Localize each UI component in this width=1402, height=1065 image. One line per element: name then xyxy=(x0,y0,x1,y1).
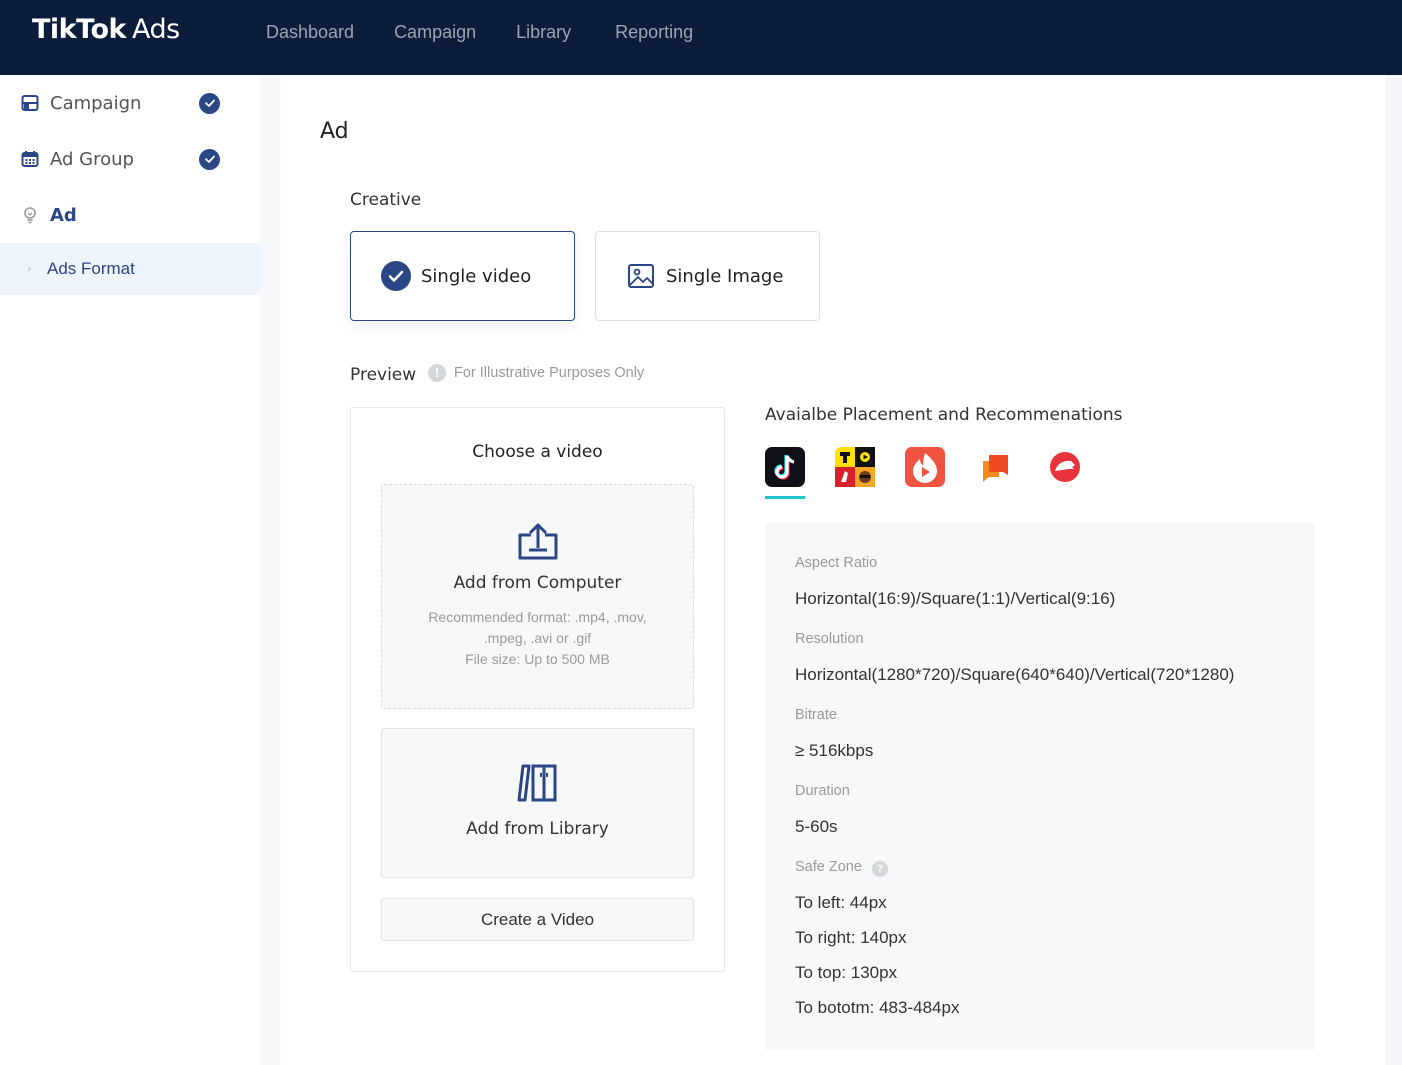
library-icon xyxy=(517,764,557,802)
video-chooser-panel: Choose a video Add from Computer Recomme… xyxy=(350,407,725,972)
sidebar-subitem-label: Ads Format xyxy=(47,259,135,278)
single-video-option[interactable]: Single video xyxy=(350,231,575,321)
caret-right-icon xyxy=(28,266,32,272)
sidebar-item-label: Campaign xyxy=(50,92,142,114)
upload-hint-formats: Recommended format: .mp4, .mov, xyxy=(428,609,647,625)
sidebar-item-label: Ad xyxy=(50,204,77,226)
main-nav: Dashboard Campaign Library Reporting xyxy=(266,20,733,44)
top-navigation-bar: TikTok Ads Dashboard Campaign Library Rep… xyxy=(0,0,1402,75)
sidebar-subitem-ads-format[interactable]: Ads Format xyxy=(0,243,260,295)
info-icon: ! xyxy=(428,364,446,382)
upload-hint-formats-cont: .mpeg, .avi or .gif xyxy=(483,630,592,646)
safe-zone-label: Safe Zone xyxy=(795,859,862,875)
upload-hint-size: File size: Up to 500 MB xyxy=(465,651,610,667)
completed-check-icon xyxy=(199,92,220,114)
create-video-button[interactable]: Create a Video xyxy=(381,898,694,941)
option-label: Single Image xyxy=(666,265,784,287)
vigo-video-app-icon[interactable] xyxy=(905,447,945,487)
layout-icon xyxy=(21,95,39,111)
logo-sub-text: Ads xyxy=(131,14,180,45)
safe-zone-top: To top: 130px xyxy=(795,963,898,982)
preview-note: For Illustrative Purposes Only xyxy=(454,365,645,381)
chat-app-icon[interactable] xyxy=(975,447,1015,487)
nav-library[interactable]: Library xyxy=(516,20,571,44)
logo-main-text: TikTok xyxy=(32,14,126,45)
tiktok-app-icon[interactable] xyxy=(765,447,805,487)
resolution-value: Horizontal(1280*720)/Square(640*640)/Ver… xyxy=(795,665,1235,684)
add-from-library-label: Add from Library xyxy=(466,819,609,839)
image-icon xyxy=(628,264,654,288)
selected-placement-indicator xyxy=(765,496,805,499)
creative-label: Creative xyxy=(350,190,422,210)
choose-video-title: Choose a video xyxy=(472,442,603,462)
upload-hint: Recommended format: .mp4, .mov, .mpeg, .… xyxy=(382,607,693,670)
option-label: Single video xyxy=(421,265,532,287)
topbuzz-app-icon[interactable] xyxy=(835,447,875,487)
page-title: Ad xyxy=(320,119,349,144)
add-from-computer-dropzone[interactable]: Add from Computer Recommended format: .m… xyxy=(381,484,694,709)
nav-reporting[interactable]: Reporting xyxy=(615,20,693,44)
nav-dashboard[interactable]: Dashboard xyxy=(266,20,354,44)
single-image-option[interactable]: Single Image xyxy=(595,231,820,321)
preview-label: Preview xyxy=(350,365,417,385)
tiktok-ads-logo[interactable]: TikTok Ads xyxy=(32,14,180,45)
sidebar-item-campaign[interactable]: Campaign xyxy=(0,75,260,131)
placement-title: Avaialbe Placement and Recommenations xyxy=(765,405,1123,425)
add-from-computer-label: Add from Computer xyxy=(453,573,622,593)
page-gutter xyxy=(1385,75,1402,1065)
sidebar-item-ad[interactable]: Ad xyxy=(0,187,260,243)
nav-campaign[interactable]: Campaign xyxy=(394,20,476,44)
resolution-label: Resolution xyxy=(795,631,864,647)
main-content: Ad Creative Single video Single Image Pr… xyxy=(280,75,1385,1065)
aspect-ratio-label: Aspect Ratio xyxy=(795,555,878,571)
safe-zone-left: To left: 44px xyxy=(795,893,887,912)
placement-specs-panel: Aspect Ratio Horizontal(16:9)/Square(1:1… xyxy=(765,523,1315,1050)
sidebar: Campaign Ad Group Ad Ads Format xyxy=(0,75,260,1065)
pangle-app-icon[interactable] xyxy=(1045,447,1085,487)
upload-icon xyxy=(518,523,558,560)
bitrate-label: Bitrate xyxy=(795,707,837,723)
calendar-icon xyxy=(21,151,39,167)
safe-zone-bottom: To bototm: 483-484px xyxy=(795,998,960,1017)
completed-check-icon xyxy=(199,148,220,170)
duration-label: Duration xyxy=(795,783,850,799)
sidebar-item-ad-group[interactable]: Ad Group xyxy=(0,131,260,187)
check-circle-icon xyxy=(381,261,411,291)
help-icon[interactable]: ? xyxy=(872,861,888,877)
bitrate-value: ≥ 516kbps xyxy=(795,741,874,760)
lightbulb-icon xyxy=(24,207,36,224)
sidebar-item-label: Ad Group xyxy=(50,148,134,170)
aspect-ratio-value: Horizontal(16:9)/Square(1:1)/Vertical(9:… xyxy=(795,589,1116,608)
add-from-library-button[interactable]: Add from Library xyxy=(381,728,694,878)
duration-value: 5-60s xyxy=(795,817,838,836)
safe-zone-right: To right: 140px xyxy=(795,928,907,947)
